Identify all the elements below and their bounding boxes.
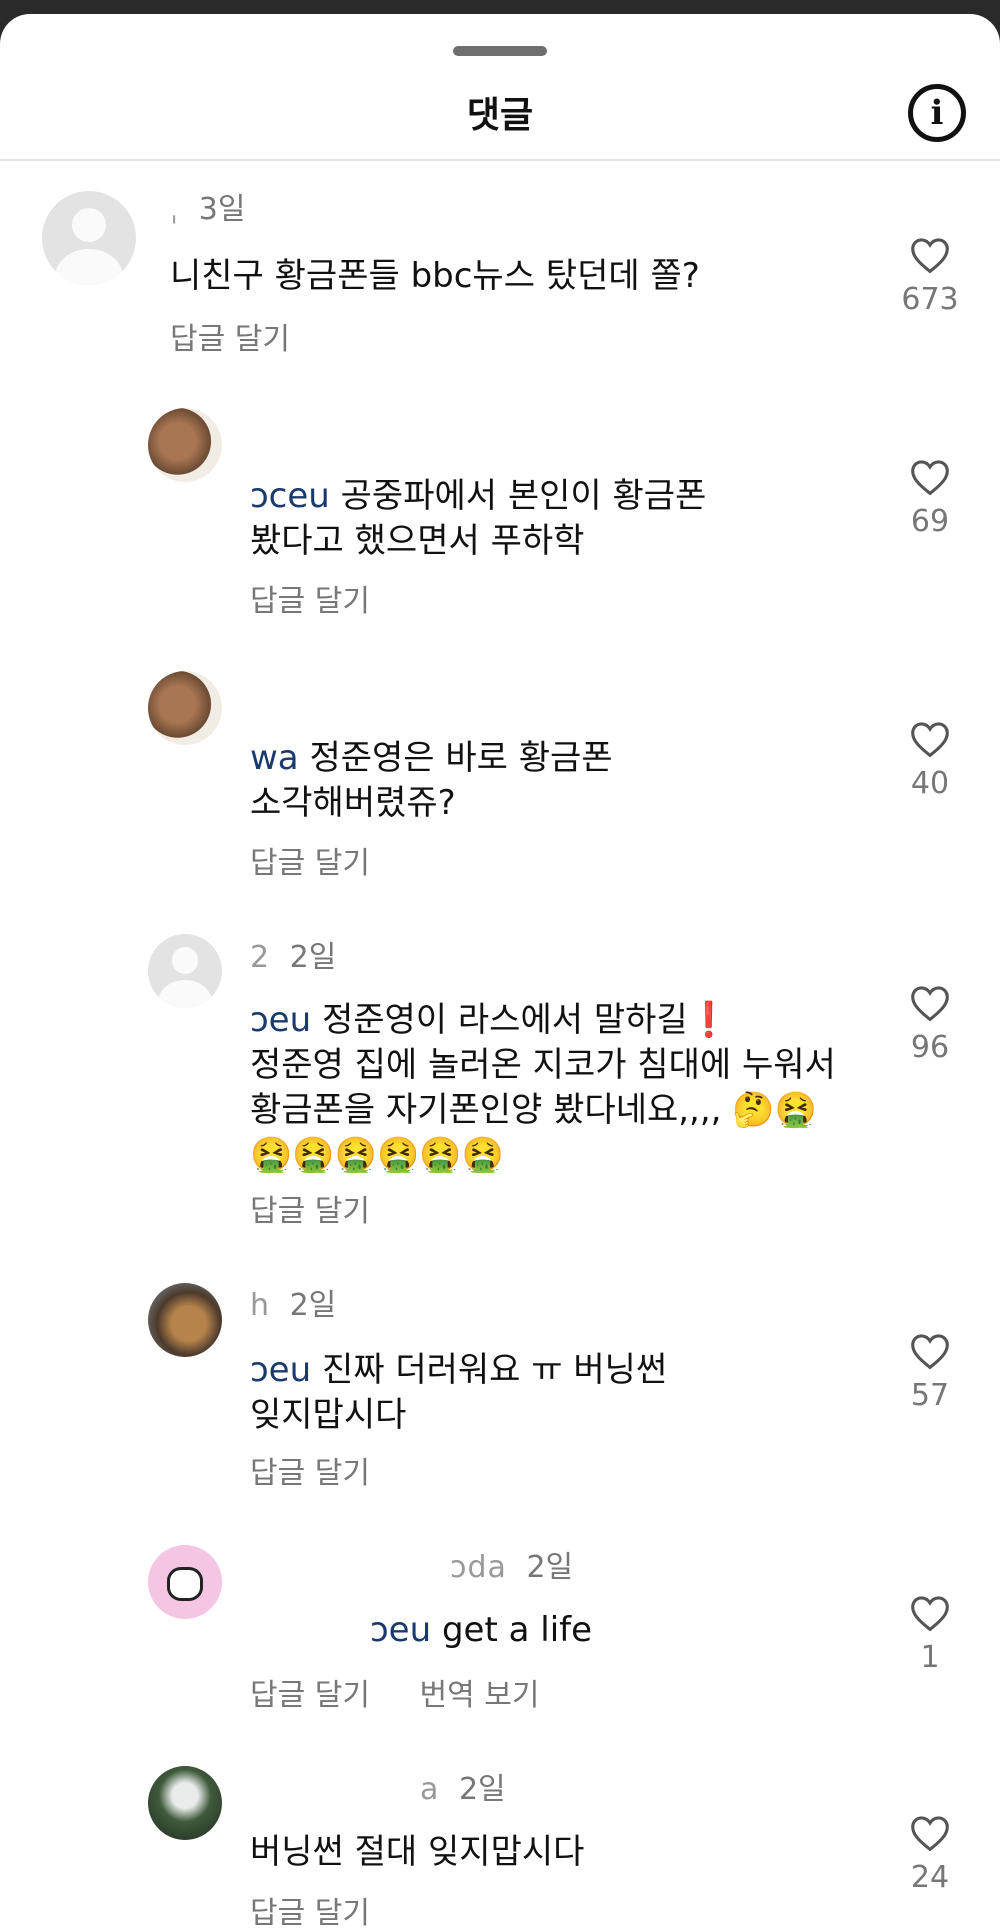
username[interactable]: 2 bbox=[250, 940, 270, 975]
avatar[interactable] bbox=[148, 408, 222, 482]
like-control[interactable]: 96 bbox=[895, 984, 965, 1065]
comment-date: 2일 bbox=[289, 1288, 337, 1323]
like-count: 40 bbox=[910, 766, 950, 801]
comment-text: ɔceu 공중파에서 본인이 황금폰 봤다고 했으면서 푸하학 bbox=[250, 474, 706, 564]
reply-button[interactable]: 답글 달기 bbox=[250, 1678, 370, 1713]
comment-date: 2일 bbox=[526, 1550, 574, 1585]
like-control[interactable]: 1 bbox=[895, 1594, 965, 1675]
like-control[interactable]: 57 bbox=[895, 1332, 965, 1413]
username[interactable]: a bbox=[420, 1772, 439, 1807]
avatar[interactable] bbox=[148, 1545, 222, 1619]
like-count: 69 bbox=[910, 504, 950, 539]
reply-button[interactable]: 답글 달기 bbox=[250, 1896, 370, 1931]
comment-text: ɔeu get a life bbox=[250, 1608, 592, 1653]
comment-text: ɔeu 진짜 더러워요 ㅠ 버닝썬 잊지맙시다 bbox=[250, 1348, 667, 1438]
drag-handle[interactable] bbox=[453, 46, 547, 56]
like-count: 57 bbox=[910, 1378, 950, 1413]
like-control[interactable]: 673 bbox=[895, 236, 965, 317]
heart-icon[interactable] bbox=[909, 1814, 951, 1852]
mention-link[interactable]: ɔceu bbox=[250, 476, 330, 516]
comment-body: 진짜 더러워요 ㅠ 버닝썬 잊지맙시다 bbox=[250, 1350, 668, 1435]
mention-link[interactable]: wa bbox=[250, 738, 299, 778]
comment-text: ɔeu 정준영이 라스에서 말하길❗ 정준영 집에 놀러온 지코가 침대에 누워… bbox=[250, 998, 836, 1178]
avatar[interactable] bbox=[148, 1283, 222, 1357]
heart-icon[interactable] bbox=[909, 458, 951, 496]
username[interactable]: h bbox=[250, 1288, 270, 1323]
reply-button[interactable]: 답글 달기 bbox=[250, 1456, 370, 1491]
mention-link[interactable]: ɔeu bbox=[250, 1350, 311, 1390]
reply-button[interactable]: 답글 달기 bbox=[250, 1194, 370, 1229]
comment-text: 니친구 황금폰들 bbc뉴스 탔던데 쫄? bbox=[170, 254, 700, 299]
comments-sheet: 댓글 i ˌ 3일 니친구 황금폰들 bbc뉴스 탔던데 쫄? 답글 달기 67… bbox=[0, 14, 1000, 1932]
reply-button[interactable]: 답글 달기 bbox=[250, 584, 370, 619]
comment-date: 3일 bbox=[198, 192, 246, 227]
comment-date: 2일 bbox=[289, 940, 337, 975]
like-count: 1 bbox=[920, 1640, 940, 1675]
avatar[interactable] bbox=[148, 671, 222, 745]
avatar[interactable] bbox=[148, 934, 222, 1008]
comment-text: 버닝썬 절대 잊지맙시다 bbox=[250, 1830, 584, 1875]
username[interactable]: ɔda bbox=[450, 1550, 507, 1585]
like-count: 673 bbox=[901, 282, 959, 317]
heart-icon[interactable] bbox=[909, 984, 951, 1022]
like-count: 96 bbox=[910, 1030, 950, 1065]
comment-body: 버닝썬 절대 잊지맙시다 bbox=[250, 1832, 585, 1872]
translate-button[interactable]: 번역 보기 bbox=[419, 1678, 539, 1713]
heart-icon[interactable] bbox=[909, 1332, 951, 1370]
like-count: 24 bbox=[910, 1860, 950, 1895]
mention-link[interactable]: ɔeu bbox=[370, 1610, 431, 1650]
heart-icon[interactable] bbox=[909, 1594, 951, 1632]
username[interactable]: ˌ bbox=[170, 192, 179, 227]
like-control[interactable]: 69 bbox=[895, 458, 965, 539]
reply-button[interactable]: 답글 달기 bbox=[170, 322, 290, 357]
info-icon[interactable]: i bbox=[908, 84, 966, 142]
comment-body: 정준영은 바로 황금폰 소각해버렸쥬? bbox=[250, 738, 613, 823]
header-divider bbox=[0, 159, 1000, 161]
comment-text: wa 정준영은 바로 황금폰 소각해버렸쥬? bbox=[250, 736, 613, 826]
like-control[interactable]: 40 bbox=[895, 720, 965, 801]
comment-body: get a life bbox=[441, 1610, 593, 1650]
heart-icon[interactable] bbox=[909, 236, 951, 274]
mention-link[interactable]: ɔeu bbox=[250, 1000, 311, 1040]
like-control[interactable]: 24 bbox=[895, 1814, 965, 1895]
heart-icon[interactable] bbox=[909, 720, 951, 758]
avatar[interactable] bbox=[148, 1766, 222, 1840]
comment-body: 니친구 황금폰들 bbc뉴스 탔던데 쫄? bbox=[170, 256, 700, 296]
comment-date: 2일 bbox=[458, 1772, 506, 1807]
comment-body: 정준영이 라스에서 말하길❗ 정준영 집에 놀러온 지코가 침대에 누워서 황금… bbox=[250, 1000, 836, 1175]
reply-button[interactable]: 답글 달기 bbox=[250, 846, 370, 881]
avatar[interactable] bbox=[42, 191, 136, 285]
page-title: 댓글 bbox=[466, 95, 534, 136]
